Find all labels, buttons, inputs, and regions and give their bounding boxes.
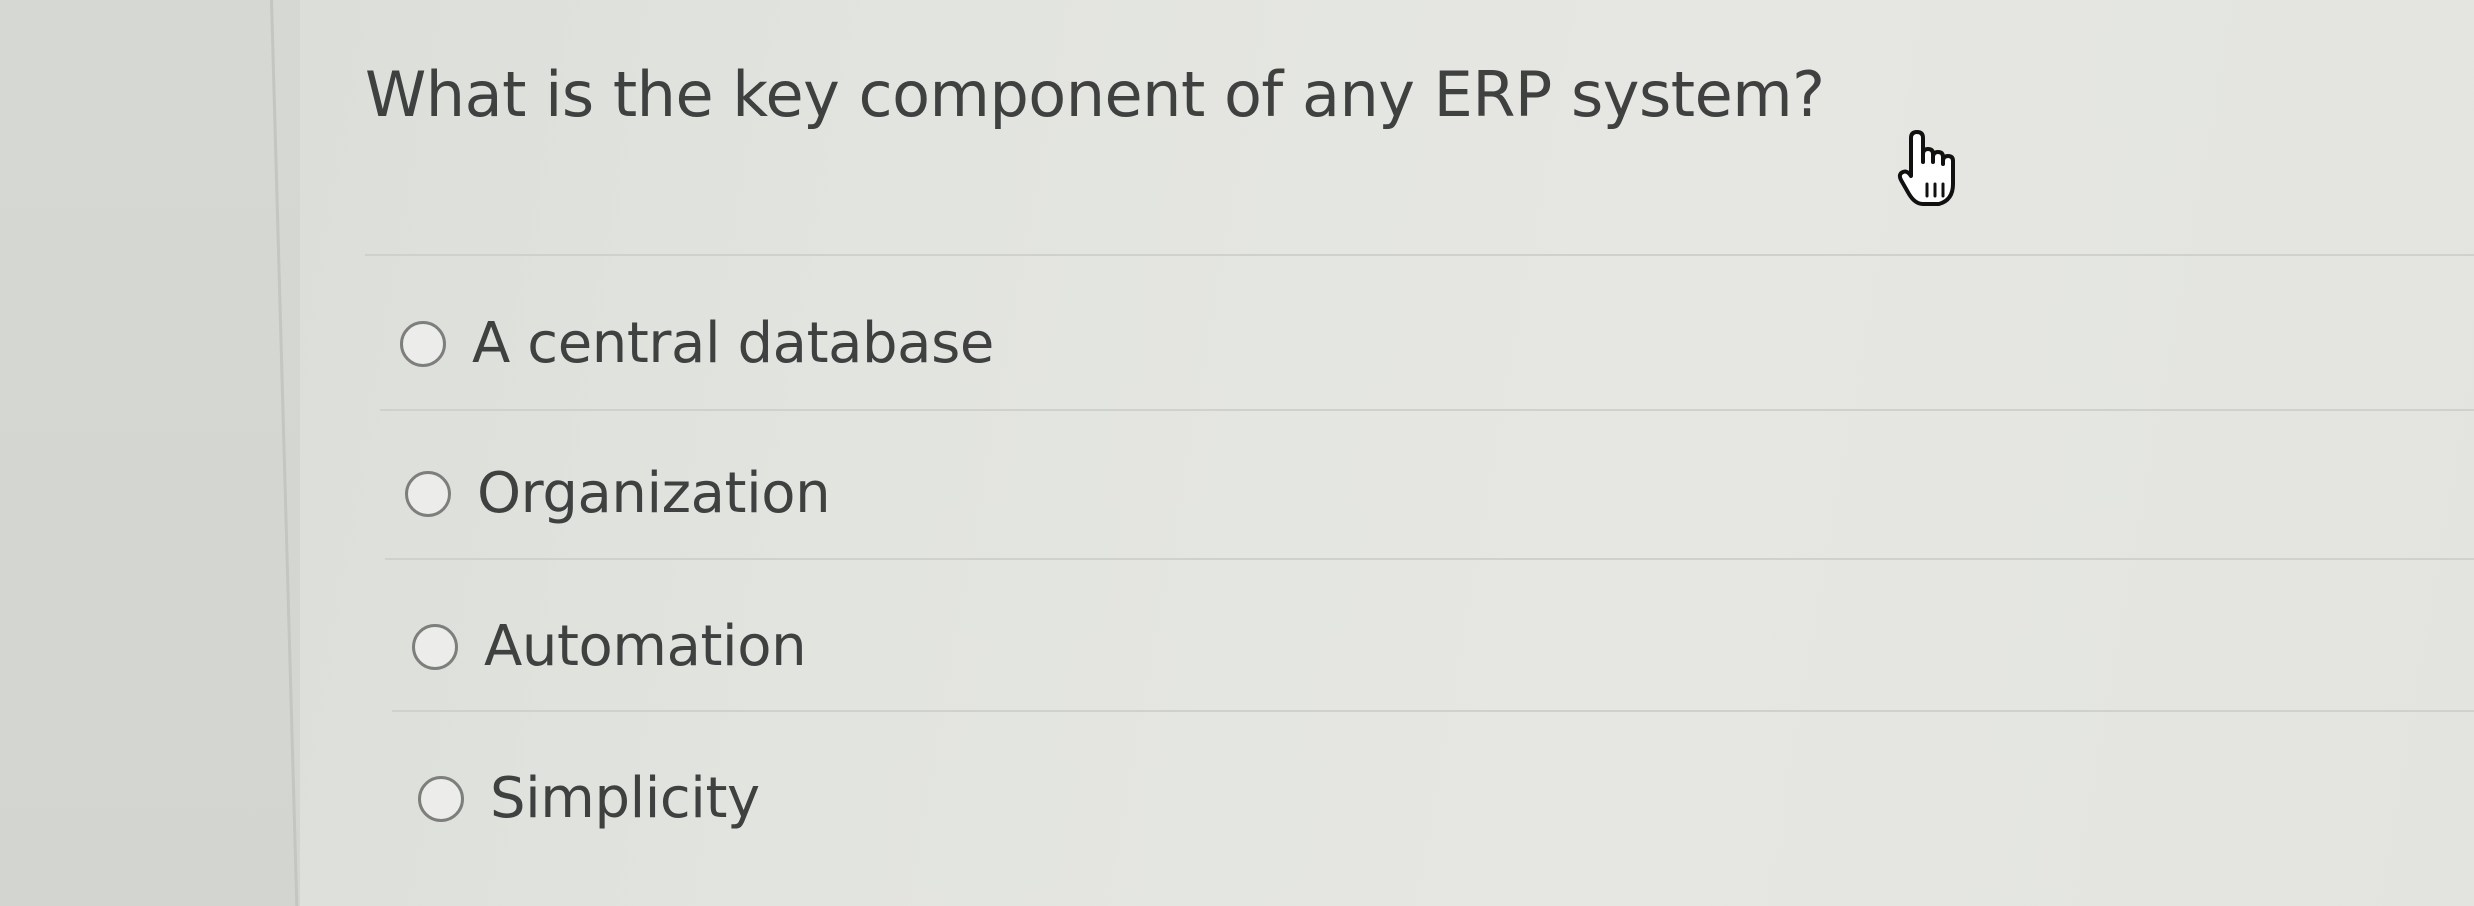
answer-option-label: A central database	[472, 311, 994, 376]
option-divider	[380, 409, 2474, 411]
answer-option-label: Organization	[477, 461, 831, 526]
radio-button-a[interactable]	[400, 320, 446, 367]
answer-option-b[interactable]: Organization	[405, 461, 831, 526]
option-divider	[385, 558, 2474, 560]
answer-option-c[interactable]: Automation	[412, 614, 807, 679]
answer-option-label: Simplicity	[490, 766, 760, 831]
option-divider	[392, 710, 2474, 712]
question-text: What is the key component of any ERP sys…	[365, 58, 1825, 131]
radio-button-c[interactable]	[412, 623, 458, 670]
radio-button-b[interactable]	[405, 470, 451, 517]
answer-option-d[interactable]: Simplicity	[418, 766, 760, 831]
question-divider	[365, 254, 2474, 256]
radio-button-d[interactable]	[418, 775, 464, 822]
answer-option-a[interactable]: A central database	[400, 311, 994, 376]
answer-option-label: Automation	[484, 614, 807, 679]
hand-pointer-icon	[1897, 130, 1955, 206]
page-left-margin	[0, 0, 300, 906]
